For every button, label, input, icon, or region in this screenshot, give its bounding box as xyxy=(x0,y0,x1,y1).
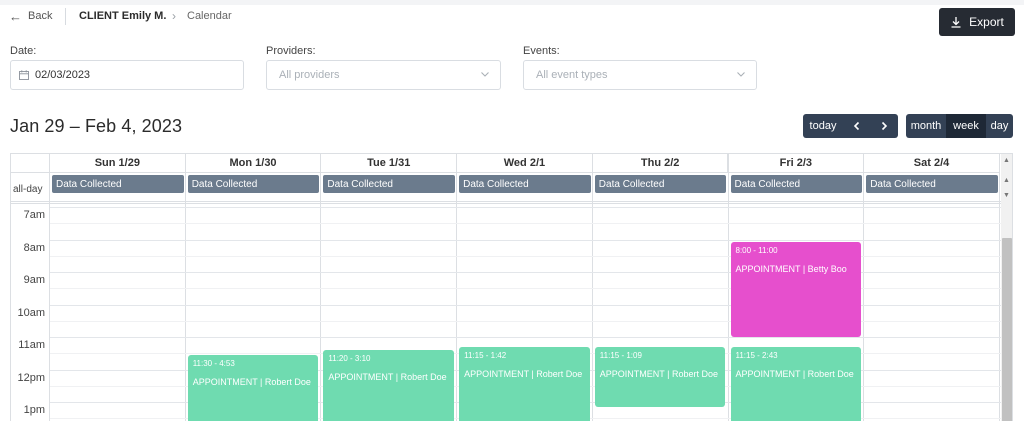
allday-event[interactable]: Data Collected xyxy=(323,175,456,193)
chevron-right-icon xyxy=(881,121,888,131)
events-select[interactable]: All event types xyxy=(523,60,757,90)
hour-label: 1pm xyxy=(23,404,45,416)
view-week-button[interactable]: week xyxy=(946,114,986,138)
today-button[interactable]: today xyxy=(803,114,843,138)
appointment-event[interactable]: 11:30 - 4:53 APPOINTMENT | Robert Doe xyxy=(187,355,319,421)
day-header[interactable]: Fri 2/3 xyxy=(728,154,865,173)
day-header[interactable]: Sun 1/29 xyxy=(50,154,186,173)
events-placeholder: All event types xyxy=(536,69,608,81)
hour-label: 9am xyxy=(23,274,45,286)
allday-event[interactable]: Data Collected xyxy=(594,175,727,193)
appointment-event[interactable]: 11:15 - 1:42 APPOINTMENT | Robert Doe xyxy=(459,347,590,421)
scroll-up-icon[interactable]: ▲ xyxy=(1003,157,1010,164)
appointment-event[interactable]: 11:15 - 1:09 APPOINTMENT | Robert Doe xyxy=(594,347,726,407)
header-corner xyxy=(11,154,50,173)
week-calendar: Sun 1/29 Mon 1/30 Tue 1/31 Wed 2/1 Thu 2/2 Fr… xyxy=(10,153,1013,421)
events-label: Events: xyxy=(523,45,560,57)
half-hour-line xyxy=(50,223,1001,225)
hour-line xyxy=(50,337,1001,338)
date-range-title: Jan 29 – Feb 4, 2023 xyxy=(10,116,183,136)
header-divider xyxy=(65,8,66,25)
day-header[interactable]: Mon 1/30 xyxy=(185,154,322,173)
appointment-event[interactable]: 8:00 - 11:00 APPOINTMENT | Betty Boo xyxy=(730,241,862,337)
prev-button[interactable] xyxy=(843,114,870,138)
hour-label: 8am xyxy=(23,241,45,254)
breadcrumb-client[interactable]: CLIENT Emily M. xyxy=(79,10,166,22)
hour-label: 7am xyxy=(23,209,45,221)
allday-event[interactable]: Data Collected xyxy=(459,175,591,193)
chevron-right-icon: › xyxy=(172,9,176,23)
allday-event[interactable]: Data Collected xyxy=(187,175,320,193)
appointment-time: 11:20 - 3:10 xyxy=(328,353,371,363)
scroll-down-icon[interactable]: ▼ xyxy=(1003,192,1010,199)
back-label: Back xyxy=(28,10,53,22)
providers-label: Providers: xyxy=(266,45,316,57)
chevron-left-icon xyxy=(853,121,859,131)
top-strip xyxy=(0,0,1024,5)
view-day-button[interactable]: day xyxy=(986,114,1013,138)
next-button[interactable] xyxy=(870,114,898,138)
hour-label: 11am xyxy=(18,339,45,351)
appointment-title: APPOINTMENT | Robert Doe xyxy=(599,369,719,380)
appointment-title: APPOINTMENT | Robert Doe xyxy=(464,369,583,380)
appointment-event[interactable]: 11:15 - 2:43 APPOINTMENT | Robert Doe xyxy=(730,347,862,421)
scroll-up-icon[interactable]: ▲ xyxy=(1003,177,1010,184)
calendar-icon xyxy=(19,70,29,80)
appointment-title: APPOINTMENT | Robert Doe xyxy=(735,369,854,380)
export-label: Export xyxy=(969,15,1004,29)
scrollbar-thumb[interactable] xyxy=(1002,238,1012,421)
appointment-title: APPOINTMENT | Robert Doe xyxy=(328,371,447,382)
appointment-time: 11:15 - 1:42 xyxy=(464,351,507,361)
chevron-down-icon xyxy=(737,72,745,77)
view-button-group: month week day xyxy=(906,114,1013,138)
date-label: Date: xyxy=(10,45,37,57)
nav-button-group: today xyxy=(803,114,898,138)
download-icon xyxy=(951,17,961,28)
appointment-event[interactable]: 11:20 - 3:10 APPOINTMENT | Robert Doe xyxy=(323,349,455,421)
allday-event[interactable]: Data Collected xyxy=(866,175,998,193)
day-header[interactable]: Wed 2/1 xyxy=(457,154,593,173)
appointment-time: 11:15 - 2:43 xyxy=(735,351,778,361)
day-header[interactable]: Tue 1/31 xyxy=(321,154,458,173)
arrow-left-icon: ← xyxy=(9,8,22,24)
chevron-down-icon xyxy=(481,72,489,77)
allday-event[interactable]: Data Collected xyxy=(52,175,184,193)
appointment-time: 11:15 - 1:09 xyxy=(599,351,642,361)
appointment-title: APPOINTMENT | Betty Boo xyxy=(735,263,847,274)
view-month-button[interactable]: month xyxy=(906,114,946,138)
breadcrumb-page: Calendar xyxy=(187,10,232,22)
back-button[interactable]: ← Back xyxy=(9,8,53,24)
providers-placeholder: All providers xyxy=(279,69,340,81)
appointment-time: 8:00 - 11:00 xyxy=(735,245,778,255)
export-button[interactable]: Export xyxy=(939,8,1015,36)
allday-event[interactable]: Data Collected xyxy=(730,175,863,193)
day-header[interactable]: Thu 2/2 xyxy=(592,154,729,173)
hour-line xyxy=(50,239,1001,241)
appointment-title: APPOINTMENT | Robert Doe xyxy=(192,377,311,388)
appointment-time: 11:30 - 4:53 xyxy=(192,359,235,369)
hour-label: 10am xyxy=(17,306,45,319)
date-value: 02/03/2023 xyxy=(35,69,91,81)
day-header[interactable]: Sat 2/4 xyxy=(864,154,1000,173)
date-field[interactable]: 02/03/2023 xyxy=(10,60,244,90)
hour-line xyxy=(50,207,1001,208)
allday-label: all-day xyxy=(13,184,43,195)
providers-select[interactable]: All providers xyxy=(266,60,501,90)
hour-label: 12pm xyxy=(17,371,45,384)
